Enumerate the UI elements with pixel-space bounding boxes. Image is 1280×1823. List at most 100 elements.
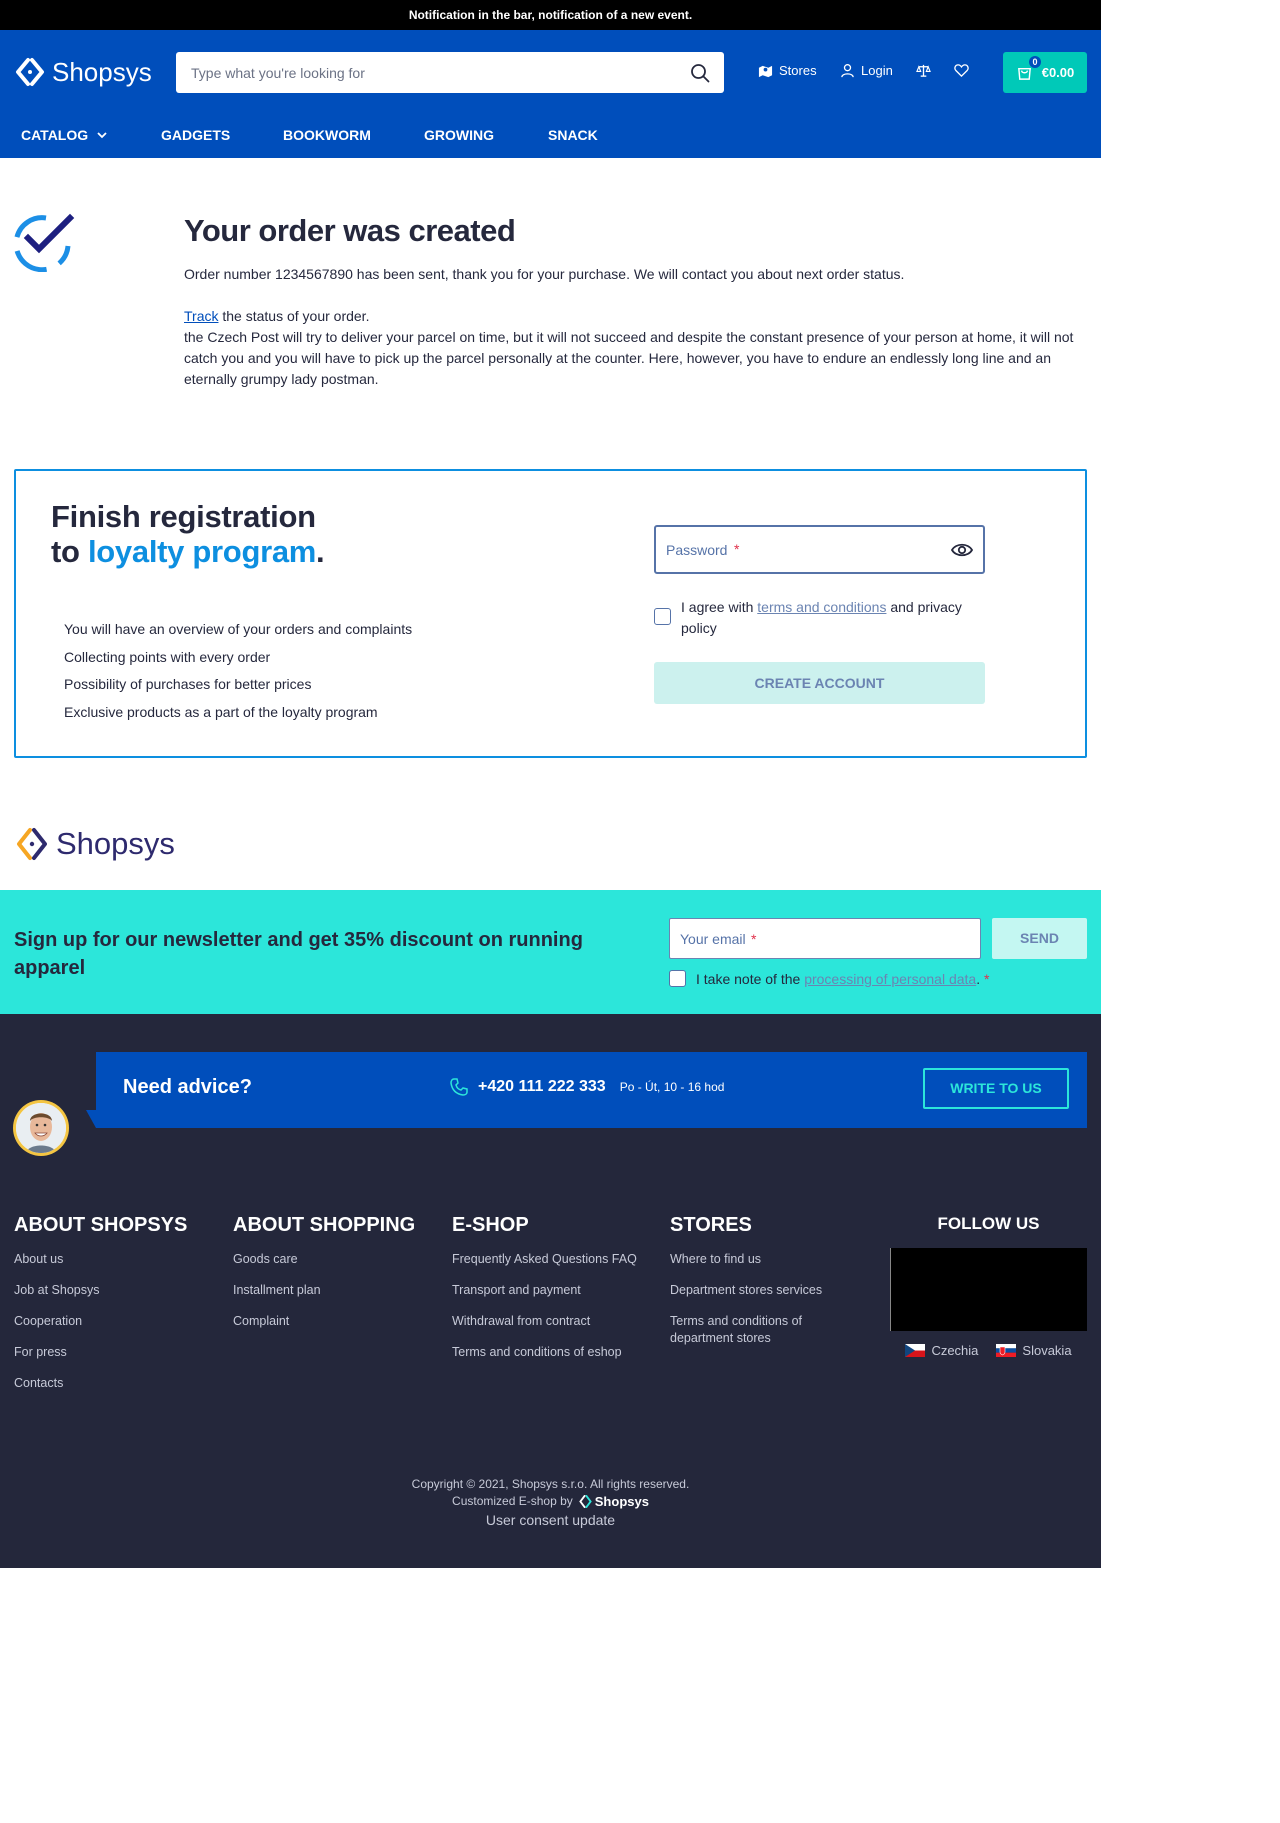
phone-contact[interactable]: +420 111 222 333 Po - Út, 10 - 16 hod <box>450 1078 724 1096</box>
phone-icon <box>450 1078 468 1096</box>
footer-link[interactable]: Transport and payment <box>452 1282 637 1313</box>
menu-item-label: CATALOG <box>21 127 89 143</box>
eye-icon[interactable] <box>951 539 973 561</box>
language-switcher: Czechia Slovakia <box>890 1343 1087 1358</box>
consent-checkbox[interactable] <box>669 970 686 987</box>
footer-link[interactable]: Department stores services <box>670 1282 860 1313</box>
send-button[interactable]: SEND <box>992 918 1087 959</box>
shopsys-logo-icon <box>578 1495 592 1508</box>
required-mark: * <box>751 931 757 947</box>
order-text: Order number 1234567890 has been sent, t… <box>184 264 1089 411</box>
menu-item-catalog[interactable]: CATALOG <box>21 127 108 143</box>
footer-link[interactable]: About us <box>14 1251 187 1282</box>
shopsys-logo-icon <box>16 58 44 86</box>
benefits-list: You will have an overview of your orders… <box>64 619 412 729</box>
brand-text: Shopsys <box>594 1494 649 1509</box>
copyright-text: Copyright © 2021, Shopsys s.r.o. All rig… <box>411 1477 690 1491</box>
track-text: the status of your order. <box>218 308 370 324</box>
shopsys-logo-icon <box>17 828 47 860</box>
search-bar <box>176 52 724 93</box>
list-item: Collecting points with every order <box>64 648 271 665</box>
cart-button[interactable]: 0 €0.00 <box>1003 52 1087 93</box>
compare-link[interactable] <box>916 63 931 78</box>
footer-logo[interactable]: Shopsys <box>14 826 175 862</box>
password-input[interactable] <box>666 541 951 558</box>
footer-link[interactable]: Where to find us <box>670 1251 860 1282</box>
newsletter-section: Sign up for our newsletter and get 35% d… <box>0 890 1101 1014</box>
slovak-flag-icon <box>996 1344 1017 1357</box>
follow-us-title: FOLLOW US <box>937 1214 1040 1233</box>
terms-text: I agree with terms and conditions and pr… <box>681 597 994 639</box>
footer-link[interactable]: Withdrawal from contract <box>452 1313 637 1344</box>
language-label: Slovakia <box>1022 1343 1072 1358</box>
customized-by: Customized E-shop by Shopsys <box>452 1493 649 1510</box>
avatar <box>13 1100 69 1156</box>
social-video[interactable] <box>890 1248 1087 1331</box>
password-field: * <box>654 525 985 574</box>
follow-us: FOLLOW US Czechia Slovakia <box>890 1214 1087 1358</box>
language-czechia[interactable]: Czechia <box>905 1343 978 1358</box>
order-title: Your order was created <box>184 213 516 248</box>
footer-link[interactable]: Frequently Asked Questions FAQ <box>452 1251 637 1282</box>
cart-count-badge: 0 <box>1029 56 1041 68</box>
footer-link[interactable]: Terms and conditions of eshop <box>452 1344 637 1375</box>
footer-link[interactable]: Job at Shopsys <box>14 1282 187 1313</box>
phone-number: +420 111 222 333 <box>478 1078 606 1095</box>
menu-item-gadgets[interactable]: GADGETS <box>161 127 230 143</box>
logo-text: Shopsys <box>52 56 152 87</box>
czech-flag-icon <box>905 1344 926 1357</box>
search-icon[interactable] <box>690 63 710 83</box>
user-icon <box>841 64 854 78</box>
language-slovakia[interactable]: Slovakia <box>996 1343 1072 1358</box>
menu-item-growing[interactable]: GROWING <box>424 127 494 143</box>
newsletter-title: Sign up for our newsletter and get 35% d… <box>14 929 583 979</box>
menu-item-bookworm[interactable]: BOOKWORM <box>283 127 371 143</box>
search-input[interactable] <box>191 64 690 81</box>
advice-title: Need advice? <box>123 1076 252 1098</box>
wishlist-link[interactable] <box>954 63 969 78</box>
footer-link[interactable]: For press <box>14 1344 187 1375</box>
shopsys-brand-link[interactable]: Shopsys <box>578 1493 649 1510</box>
footer-column-about-shopping: ABOUT SHOPPING Goods care Installment pl… <box>233 1214 415 1344</box>
user-consent-update-link[interactable]: User consent update <box>0 1512 1101 1529</box>
stores-link[interactable]: Stores <box>758 63 817 78</box>
required-mark: * <box>983 970 990 987</box>
list-item: You will have an overview of your orders… <box>64 621 413 637</box>
support-person-icon <box>16 1103 66 1153</box>
write-to-us-button[interactable]: WRITE TO US <box>923 1068 1069 1109</box>
registration-title: Finish registration to loyalty program. <box>51 499 351 569</box>
footer-column-about-shopsys: ABOUT SHOPSYS About us Job at Shopsys Co… <box>14 1214 187 1406</box>
create-account-button[interactable]: CREATE ACCOUNT <box>654 662 985 704</box>
registration-title-end: . <box>316 534 325 569</box>
footer-link[interactable]: Complaint <box>233 1313 415 1344</box>
terms-checkbox[interactable] <box>654 608 671 625</box>
footer-link[interactable]: Installment plan <box>233 1282 415 1313</box>
login-link[interactable]: Login <box>840 63 893 78</box>
login-label: Login <box>861 63 893 78</box>
header-logo[interactable]: Shopsys <box>14 56 152 88</box>
loyalty-registration-box: Finish registration to loyalty program. … <box>14 469 1087 758</box>
menu-item-snack[interactable]: SNACK <box>548 127 598 143</box>
advice-banner: Need advice? +420 111 222 333 Po - Út, 1… <box>96 1052 1087 1128</box>
consent-text: I take note of the processing of persona… <box>696 971 989 987</box>
newsletter-email-field: * <box>669 918 981 959</box>
footer: Need advice? +420 111 222 333 Po - Út, 1… <box>0 1014 1101 1568</box>
terms-link[interactable]: terms and conditions <box>757 599 886 615</box>
footer-column-title: ABOUT SHOPPING <box>233 1214 416 1236</box>
personal-data-link[interactable]: processing of personal data <box>804 971 976 987</box>
notification-bar: Notification in the bar, notification of… <box>0 0 1101 30</box>
terms-agreement: I agree with terms and conditions and pr… <box>654 597 994 639</box>
chevron-down-icon <box>97 132 107 139</box>
footer-link[interactable]: Contacts <box>14 1375 187 1406</box>
footer-link[interactable]: Terms and conditions of department store… <box>670 1313 860 1355</box>
list-item: Possibility of purchases for better pric… <box>64 676 312 692</box>
scales-icon <box>916 64 931 77</box>
email-input[interactable] <box>680 930 970 947</box>
required-mark: * <box>734 541 740 557</box>
advice-tail <box>86 1110 96 1128</box>
cart-total: €0.00 <box>1041 65 1075 80</box>
consent-suffix: . <box>976 970 984 987</box>
footer-link[interactable]: Cooperation <box>14 1313 187 1344</box>
footer-link[interactable]: Goods care <box>233 1251 415 1282</box>
track-link[interactable]: Track <box>184 308 218 324</box>
